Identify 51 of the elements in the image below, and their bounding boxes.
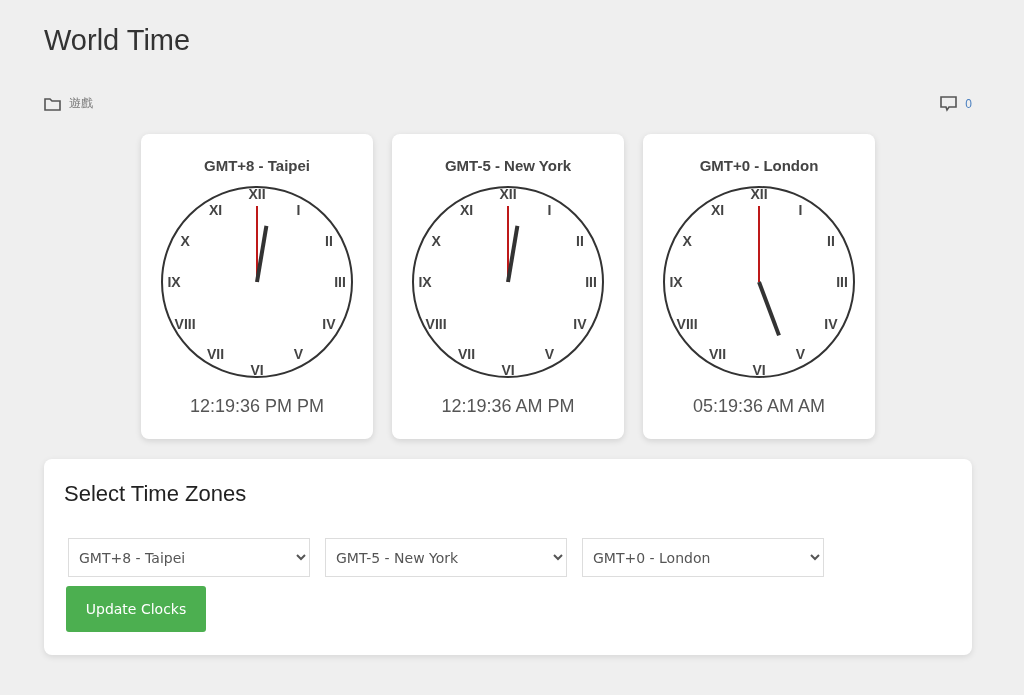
timezone-select[interactable]: GMT-5 - New York [325,538,567,577]
clock-numeral: IX [418,274,432,290]
clock-numeral: XII [248,186,266,202]
clock-numeral: II [576,232,584,249]
clock-numeral: IV [322,315,336,332]
category-link[interactable]: 遊戲 [69,95,93,112]
clock-numeral: VII [206,345,225,362]
timezone-select[interactable]: GMT+8 - Taipei [68,538,310,577]
clock-title: GMT+0 - London [699,157,819,174]
clock-numeral: I [296,202,301,219]
comment-count[interactable]: 0 [965,96,972,111]
clock-numeral: VIII [425,315,447,332]
timezone-select[interactable]: GMT+0 - London [582,538,824,577]
clock-numeral: VI [250,362,264,378]
clock-numeral: IX [167,274,181,290]
panel-title: Select Time Zones [64,481,248,507]
clock-title: GMT-5 - New York [444,157,572,174]
clock-numeral: VII [708,345,727,362]
page-title: World Time [44,24,192,57]
clock-numeral: VI [752,362,766,378]
clock-numeral: II [827,232,835,249]
clock-numeral: XII [499,186,517,202]
clock-numeral: I [547,202,552,219]
folder-icon [44,96,61,111]
clock-title: GMT+8 - Taipei [204,157,310,174]
clock-numeral: VI [501,362,515,378]
clock-numeral: V [293,345,304,362]
clock-numeral: VIII [676,315,698,332]
clock-numeral: XII [750,186,768,202]
clock-numeral: X [431,232,441,249]
clock-numeral: IV [573,315,587,332]
clock-time: 05:19:36 AM AM [692,396,826,417]
clock-numeral: VII [457,345,476,362]
clock-numeral: II [325,232,333,249]
clock-numeral: V [795,345,806,362]
clock-time: 12:19:36 AM PM [441,396,575,417]
clock-numeral: V [544,345,555,362]
clock-numeral: XI [459,202,474,219]
clock-numeral: IV [824,315,838,332]
comment-icon [940,95,958,112]
clock-numeral: X [682,232,692,249]
clock-numeral: XI [208,202,223,219]
clock-numeral: III [836,274,848,290]
clock-numeral: X [180,232,190,249]
clock-numeral: VIII [174,315,196,332]
clock-numeral: III [334,274,346,290]
clock-numeral: III [585,274,597,290]
clock-numeral: I [798,202,803,219]
clock-numeral: XI [710,202,725,219]
clock-time: 12:19:36 PM PM [189,396,325,417]
clock-numeral: IX [669,274,683,290]
